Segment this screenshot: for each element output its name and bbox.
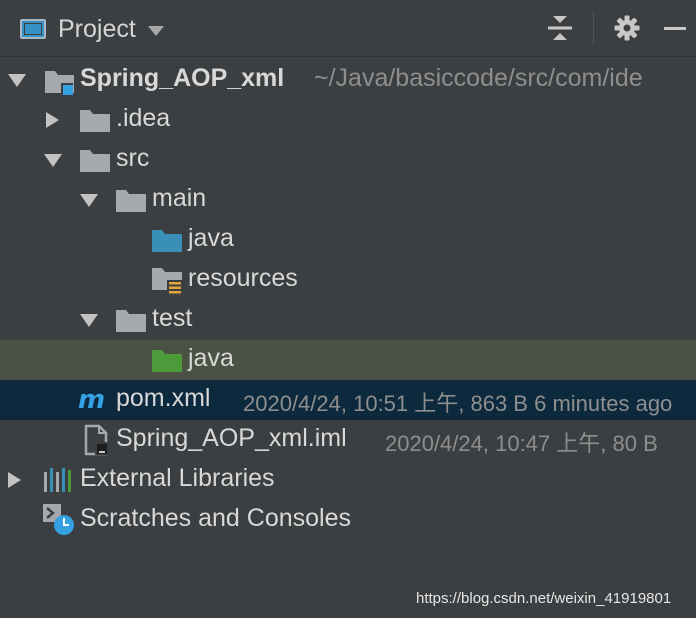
file-meta: 2020/4/24, 10:51 上午, 863 B 6 minutes ago (243, 391, 673, 416)
collapse-all-icon[interactable] (547, 14, 573, 42)
folder-icon (80, 150, 110, 172)
tree-node-external-libraries[interactable]: External Libraries (0, 460, 696, 500)
tree-node-label: java (188, 224, 234, 252)
scratches-icon (43, 504, 74, 535)
tree-node-label: main (152, 184, 207, 212)
tree-node-test-java[interactable]: java (0, 340, 696, 380)
tree-node-label: Scratches and Consoles (80, 504, 351, 532)
toolbar-separator (593, 11, 594, 45)
tree-node-label: Spring_AOP_xml.iml (116, 424, 347, 452)
gear-icon[interactable] (614, 15, 640, 41)
folder-icon (116, 310, 146, 332)
tree-node-label: .idea (116, 104, 171, 132)
project-root-path: ~/Java/basiccode/src/com/ide (314, 64, 643, 92)
expand-arrow-icon[interactable] (44, 154, 62, 167)
project-view-selector[interactable]: Project (20, 14, 164, 44)
project-tool-window-header: Project (0, 0, 696, 57)
tree-node-test[interactable]: test (0, 300, 696, 340)
minimize-icon[interactable] (664, 26, 686, 30)
tree-node-src[interactable]: src (0, 140, 696, 180)
tree-node-pom[interactable]: m pom.xml 2020/4/24, 10:51 上午, 863 B 6 m… (0, 380, 696, 420)
tree-node-label: src (116, 144, 150, 172)
tree-node-project-root[interactable]: Spring_AOP_xml ~/Java/basiccode/src/com/… (0, 60, 696, 100)
expand-arrow-icon[interactable] (8, 74, 26, 87)
libraries-icon (44, 468, 71, 492)
expand-arrow-icon[interactable] (80, 194, 98, 207)
folder-icon (116, 190, 146, 212)
svg-text:m: m (78, 387, 105, 413)
module-folder-icon (45, 71, 74, 95)
project-icon (20, 19, 46, 39)
tree-node-scratches[interactable]: Scratches and Consoles (0, 500, 696, 540)
tree-node-resources[interactable]: resources (0, 260, 696, 300)
tree-node-main[interactable]: main (0, 180, 696, 220)
chevron-down-icon[interactable] (147, 26, 164, 36)
collapsed-arrow-icon[interactable] (46, 112, 59, 128)
tree-node-label: resources (188, 264, 298, 292)
tree-node-label: External Libraries (80, 464, 275, 492)
tree-node-main-java[interactable]: java (0, 220, 696, 260)
file-meta: 2020/4/24, 10:47 上午, 80 B (385, 431, 658, 456)
tool-window-title: Project (58, 14, 136, 43)
collapsed-arrow-icon[interactable] (8, 472, 21, 488)
watermark: https://blog.csdn.net/weixin_41919801 (416, 590, 672, 607)
test-folder-icon (152, 350, 182, 372)
source-folder-icon (152, 230, 182, 252)
maven-icon: m (78, 387, 105, 413)
tree-node-label: test (152, 304, 193, 332)
tree-node-label: pom.xml (116, 384, 211, 412)
tree-node-label: java (188, 344, 234, 372)
expand-arrow-icon[interactable] (80, 314, 98, 327)
project-root-label: Spring_AOP_xml (80, 64, 285, 92)
iml-file-icon (84, 424, 108, 456)
folder-icon (80, 110, 110, 132)
tree-node-idea[interactable]: .idea (0, 100, 696, 140)
tree-node-iml[interactable]: Spring_AOP_xml.iml 2020/4/24, 10:47 上午, … (0, 420, 696, 460)
resources-folder-icon (152, 268, 182, 295)
